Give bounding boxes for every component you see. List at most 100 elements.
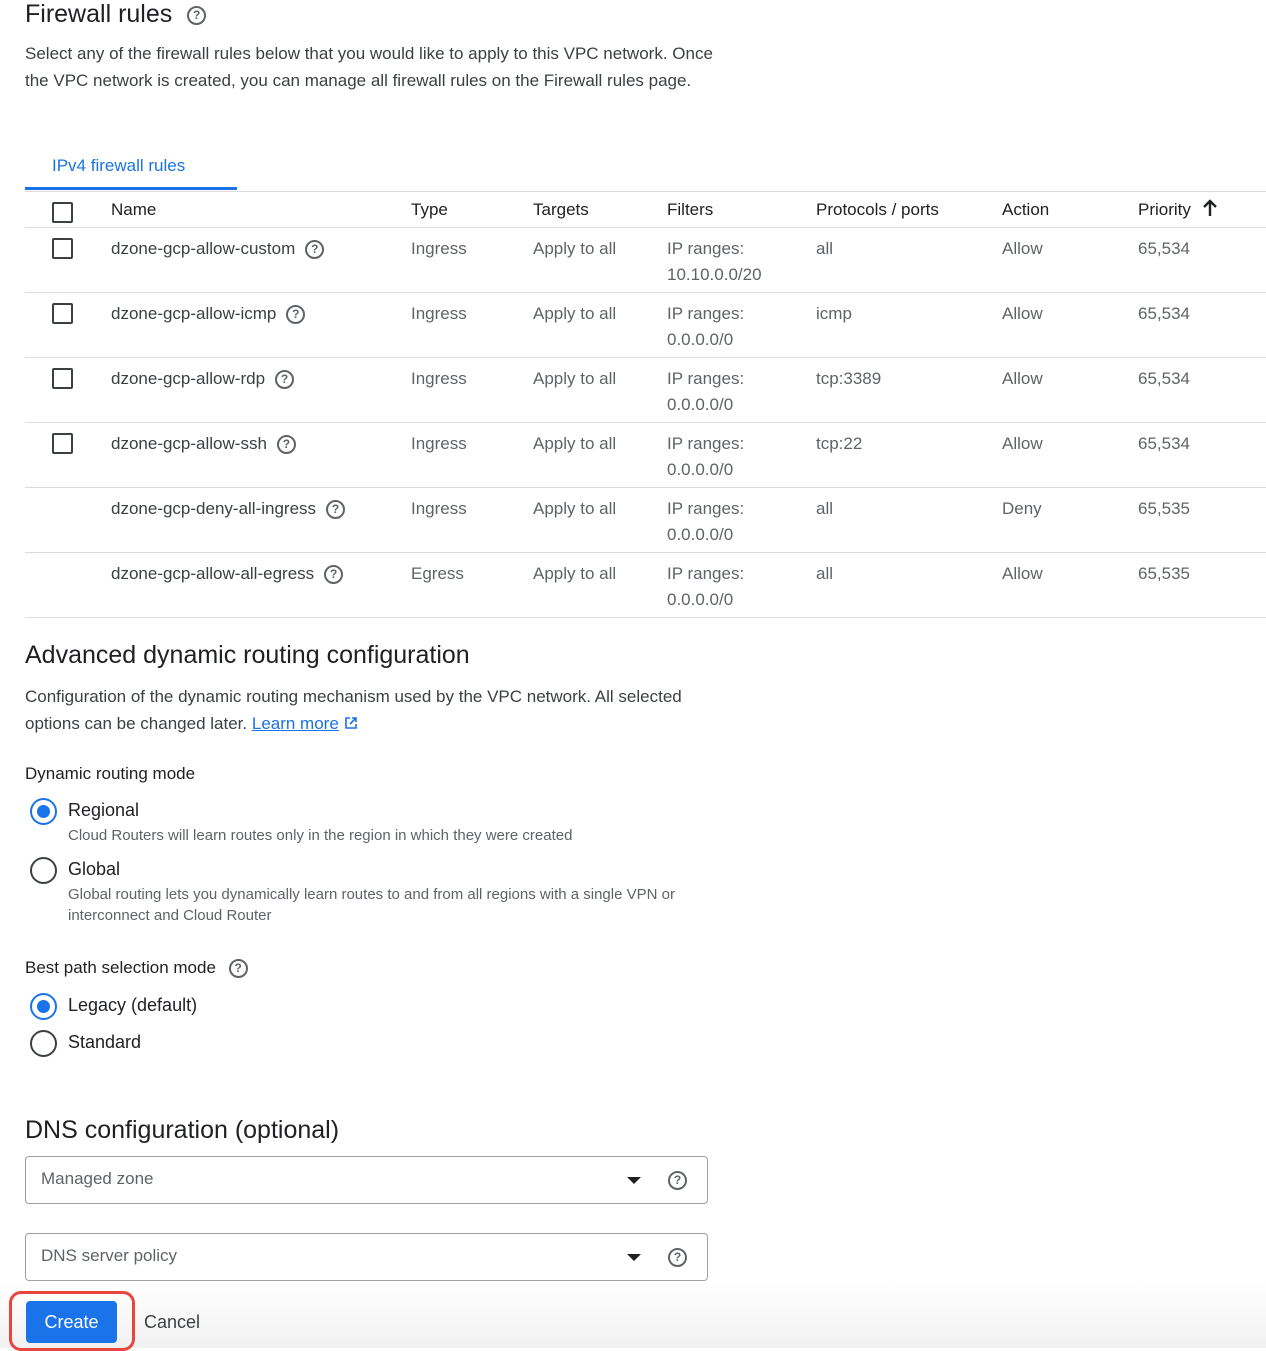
row-checkbox[interactable] — [52, 433, 73, 454]
column-protocols[interactable]: Protocols / ports — [816, 197, 939, 223]
managed-zone-placeholder: Managed zone — [41, 1169, 154, 1188]
routing-description: Configuration of the dynamic routing mec… — [25, 687, 682, 733]
rule-protocols: tcp:22 — [816, 434, 863, 453]
rule-action: Deny — [1002, 499, 1042, 518]
dns-server-policy-placeholder: DNS server policy — [41, 1246, 178, 1265]
dropdown-arrow-icon — [627, 1177, 641, 1184]
rule-priority: 65,534 — [1138, 304, 1190, 323]
external-link-icon — [344, 717, 357, 729]
rule-protocols: all — [816, 239, 834, 258]
rule-type: Ingress — [411, 304, 467, 323]
help-icon[interactable]: ? — [668, 1171, 687, 1190]
help-icon[interactable]: ? — [276, 435, 296, 455]
rule-targets: Apply to all — [533, 369, 617, 388]
rule-name: dzone-gcp-allow-ssh? — [111, 431, 296, 457]
rule-action: Allow — [1002, 564, 1043, 583]
dropdown-arrow-icon — [627, 1254, 641, 1261]
tab-ipv4-firewall-rules[interactable]: IPv4 firewall rules — [25, 142, 237, 190]
help-icon[interactable]: ? — [275, 370, 295, 390]
rule-protocols: tcp:3389 — [816, 369, 882, 388]
rule-action: Allow — [1002, 369, 1043, 388]
radio-regional[interactable] — [30, 798, 57, 825]
rule-type: Ingress — [411, 239, 467, 258]
rule-protocols: icmp — [816, 304, 852, 323]
rule-action: Allow — [1002, 304, 1043, 323]
help-icon[interactable]: ? — [326, 500, 346, 520]
rule-priority: 65,534 — [1138, 369, 1190, 388]
rule-protocols: all — [816, 499, 834, 518]
radio-legacy[interactable] — [30, 993, 57, 1020]
rule-filters: IP ranges: 10.10.0.0/20 — [667, 239, 762, 284]
firewall-tabs: IPv4 firewall rules — [25, 142, 1266, 192]
rule-name: dzone-gcp-allow-custom? — [111, 236, 325, 262]
help-icon[interactable]: ? — [286, 305, 306, 325]
rule-type: Egress — [411, 564, 464, 583]
create-button[interactable]: Create — [26, 1301, 117, 1343]
firewall-description: Select any of the firewall rules below t… — [25, 44, 713, 90]
help-icon[interactable]: ? — [668, 1248, 687, 1267]
rule-filters: IP ranges: 0.0.0.0/0 — [667, 564, 745, 609]
table-header: Name Type Targets Filters Protocols / po… — [25, 191, 1266, 228]
rule-filters: IP ranges: 0.0.0.0/0 — [667, 369, 745, 414]
radio-standard[interactable] — [30, 1030, 57, 1057]
help-icon[interactable]: ? — [305, 240, 325, 260]
column-filters[interactable]: Filters — [667, 197, 713, 223]
select-all-checkbox[interactable] — [52, 202, 73, 223]
row-checkbox[interactable] — [52, 303, 73, 324]
table-body: dzone-gcp-allow-custom? Ingress Apply to a… — [25, 228, 1266, 618]
table-row: dzone-gcp-allow-all-egress? Egress Apply t… — [25, 553, 1266, 618]
table-row: dzone-gcp-allow-custom? Ingress Apply to a… — [25, 228, 1266, 293]
rule-type: Ingress — [411, 434, 467, 453]
best-path-selection-label: Best path selection mode ? — [25, 958, 248, 979]
rule-name: dzone-gcp-allow-icmp? — [111, 301, 306, 327]
firewall-title: Firewall rules ? — [25, 0, 207, 29]
firewall-table: Name Type Targets Filters Protocols / po… — [25, 191, 1266, 618]
row-checkbox[interactable] — [52, 368, 73, 389]
radio-legacy-label[interactable]: Legacy (default) — [68, 995, 197, 1016]
rule-type: Ingress — [411, 369, 467, 388]
column-type[interactable]: Type — [411, 197, 448, 223]
rule-targets: Apply to all — [533, 239, 617, 258]
rule-priority: 65,534 — [1138, 434, 1190, 453]
radio-regional-label[interactable]: Regional — [68, 800, 139, 821]
rule-action: Allow — [1002, 434, 1043, 453]
rule-filters: IP ranges: 0.0.0.0/0 — [667, 434, 745, 479]
help-icon[interactable]: ? — [187, 5, 207, 25]
rule-targets: Apply to all — [533, 304, 617, 323]
dns-server-policy-select[interactable]: DNS server policy ? — [25, 1233, 708, 1281]
rule-filters: IP ranges: 0.0.0.0/0 — [667, 499, 745, 544]
cancel-button[interactable]: Cancel — [136, 1301, 208, 1343]
column-name[interactable]: Name — [111, 197, 156, 223]
rule-type: Ingress — [411, 499, 467, 518]
table-row: dzone-gcp-deny-all-ingress? Ingress Apply … — [25, 488, 1266, 553]
radio-regional-desc: Cloud Routers will learn routes only in … — [68, 827, 573, 844]
learn-more-link[interactable]: Learn more — [252, 714, 339, 733]
managed-zone-select[interactable]: Managed zone ? — [25, 1156, 708, 1204]
column-targets[interactable]: Targets — [533, 197, 589, 223]
radio-global-desc: Global routing lets you dynamically lear… — [68, 886, 675, 924]
rule-targets: Apply to all — [533, 499, 617, 518]
rule-name: dzone-gcp-allow-all-egress? — [111, 561, 344, 587]
help-icon[interactable]: ? — [228, 959, 248, 979]
rule-action: Allow — [1002, 239, 1043, 258]
rule-filters: IP ranges: 0.0.0.0/0 — [667, 304, 745, 349]
rule-targets: Apply to all — [533, 434, 617, 453]
rule-priority: 65,534 — [1138, 239, 1190, 258]
rule-priority: 65,535 — [1138, 499, 1190, 518]
dynamic-routing-mode-label: Dynamic routing mode — [25, 764, 196, 783]
radio-global[interactable] — [30, 857, 57, 884]
table-row: dzone-gcp-allow-icmp? Ingress Apply to all… — [25, 293, 1266, 358]
radio-global-label[interactable]: Global — [68, 859, 120, 880]
table-row: dzone-gcp-allow-rdp? Ingress Apply to all I… — [25, 358, 1266, 423]
help-icon[interactable]: ? — [324, 565, 344, 585]
radio-standard-label[interactable]: Standard — [68, 1032, 141, 1053]
rule-name: dzone-gcp-deny-all-ingress? — [111, 496, 346, 522]
column-priority[interactable]: Priority — [1138, 197, 1218, 223]
arrow-up-icon — [1202, 199, 1217, 216]
rule-protocols: all — [816, 564, 834, 583]
row-checkbox[interactable] — [52, 238, 73, 259]
rule-targets: Apply to all — [533, 564, 617, 583]
column-action[interactable]: Action — [1002, 197, 1049, 223]
routing-title: Advanced dynamic routing configuration — [25, 641, 470, 669]
rule-priority: 65,535 — [1138, 564, 1190, 583]
